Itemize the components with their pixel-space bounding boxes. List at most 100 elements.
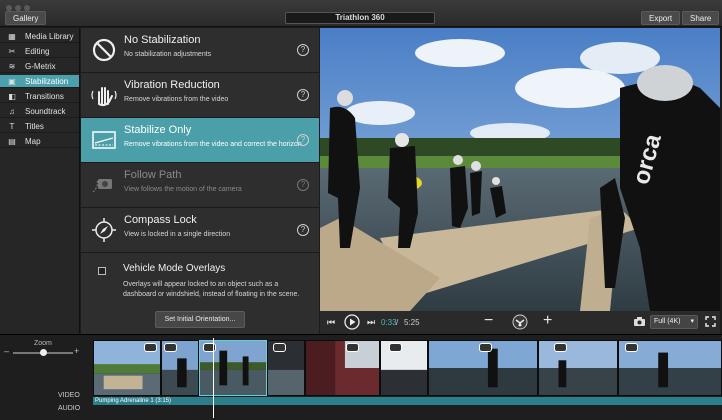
music-note-icon: ♫ <box>9 106 15 116</box>
video-preview[interactable]: orca <box>320 28 720 311</box>
360-badge-icon <box>389 343 402 352</box>
sidebar-item-map[interactable]: ▤ Map <box>0 135 79 148</box>
help-icon[interactable]: ? <box>297 89 309 101</box>
video-clip[interactable] <box>161 340 199 396</box>
vehicle-mode-description: Overlays will appear locked to an object… <box>123 281 300 298</box>
gmetrix-icon: ≋ <box>8 61 16 71</box>
360-badge-icon <box>346 343 359 352</box>
audio-track-label: AUDIO <box>58 405 81 412</box>
transitions-icon: ◧ <box>8 91 16 101</box>
vehicle-mode-section: Vehicle Mode Overlays Overlays will appe… <box>81 258 319 334</box>
sidebar-item-editing[interactable]: ✂ Editing <box>0 45 79 58</box>
stabilization-panel: No Stabilization No stabilization adjust… <box>81 28 319 334</box>
option-title: Stabilize Only <box>124 124 192 136</box>
resolution-value: Full (4K) <box>654 318 681 325</box>
audio-clip-title: Pumping Adrenaline 1 (3:15) <box>95 398 172 404</box>
option-description: View follows the motion of the camera <box>124 186 242 193</box>
stabilization-icon: ▣ <box>8 76 16 86</box>
no-stabilization-icon <box>90 36 118 64</box>
zoom-minus-icon[interactable]: – <box>4 346 9 356</box>
360-badge-icon <box>625 343 638 352</box>
360-badge-icon <box>554 343 567 352</box>
video-clip[interactable] <box>428 340 538 396</box>
playhead[interactable] <box>213 338 214 418</box>
sidebar-item-titles[interactable]: T Titles <box>0 120 79 133</box>
player-controls: ⏮ ⏭ 0:33 / 5:25 − + Full (4K) ▾ <box>320 311 720 334</box>
video-clip[interactable] <box>93 340 161 396</box>
option-title: Follow Path <box>124 169 182 181</box>
gallery-button[interactable]: Gallery <box>5 11 47 25</box>
option-description: View is locked in a single direction <box>124 231 231 238</box>
video-clip[interactable] <box>538 340 618 396</box>
option-vibration-reduction[interactable]: Vibration Reduction Remove vibrations fr… <box>81 73 319 118</box>
video-track <box>93 340 722 396</box>
camera-snapshot-icon[interactable] <box>634 317 645 328</box>
sidebar-item-soundtrack[interactable]: ♫ Soundtrack <box>0 105 79 118</box>
fullscreen-icon[interactable] <box>705 316 716 330</box>
camera-path-icon <box>90 171 118 199</box>
timeline: Zoom – + VIDEO AUDIO Pumping Adrenaline … <box>0 334 722 420</box>
sidebar-item-label: Transitions <box>25 91 64 101</box>
zoom-label: Zoom <box>34 340 52 347</box>
option-compass-lock[interactable]: Compass Lock View is locked in a single … <box>81 208 319 253</box>
zoom-slider-knob[interactable] <box>39 349 47 356</box>
view-orientation-icon[interactable] <box>512 314 528 333</box>
titles-icon: T <box>9 121 15 131</box>
video-clip[interactable] <box>305 340 380 396</box>
compass-icon <box>90 216 118 244</box>
scissors-icon: ✂ <box>8 46 16 56</box>
video-track-label: VIDEO <box>58 392 80 399</box>
sidebar-item-label: Editing <box>25 46 50 56</box>
resolution-select[interactable]: Full (4K) ▾ <box>650 315 698 329</box>
option-stabilize-only[interactable]: Stabilize Only Remove vibrations from th… <box>81 118 319 163</box>
zoom-in-icon[interactable]: + <box>543 312 552 330</box>
help-icon[interactable]: ? <box>297 44 309 56</box>
set-initial-orientation-button[interactable]: Set Initial Orientation... <box>155 311 245 328</box>
vehicle-mode-checkbox[interactable] <box>98 267 106 275</box>
time-separator: / <box>396 318 399 327</box>
vehicle-mode-title: Vehicle Mode Overlays <box>123 263 226 274</box>
option-description: No stabilization adjustments <box>124 51 212 58</box>
project-title[interactable]: Triathlon 360 <box>285 12 435 24</box>
audio-clip[interactable] <box>93 397 722 405</box>
total-time: 5:25 <box>404 318 420 327</box>
sidebar-item-media-library[interactable]: ▦ Media Library <box>0 30 79 43</box>
sidebar-item-label: Titles <box>25 121 44 131</box>
video-clip[interactable] <box>267 340 305 396</box>
option-title: Compass Lock <box>124 214 197 226</box>
share-button[interactable]: Share <box>682 11 720 25</box>
help-icon[interactable]: ? <box>297 134 309 146</box>
zoom-out-icon[interactable]: − <box>484 312 493 330</box>
sidebar-item-g-metrix[interactable]: ≋ G-Metrix <box>0 60 79 73</box>
chevron-down-icon: ▾ <box>690 318 694 325</box>
zoom-plus-icon[interactable]: + <box>74 346 79 356</box>
option-title: No Stabilization <box>124 34 201 46</box>
export-button[interactable]: Export <box>641 11 681 25</box>
sidebar-item-label: Media Library <box>25 31 74 41</box>
sidebar-item-transitions[interactable]: ◧ Transitions <box>0 90 79 103</box>
video-frame-image: orca <box>320 28 720 311</box>
play-button[interactable] <box>344 314 360 333</box>
option-title: Vibration Reduction <box>124 79 220 91</box>
help-icon[interactable]: ? <box>297 224 309 236</box>
sidebar: ▦ Media Library ✂ Editing ≋ G-Metrix ▣ Stabi… <box>0 28 80 334</box>
skip-forward-icon[interactable]: ⏭ <box>367 317 375 328</box>
video-clip-selected[interactable] <box>199 340 267 396</box>
skip-back-icon[interactable]: ⏮ <box>327 317 335 328</box>
sidebar-item-stabilization[interactable]: ▣ Stabilization <box>0 75 79 88</box>
sidebar-item-label: G-Metrix <box>25 61 56 71</box>
sidebar-item-label: Map <box>25 136 41 146</box>
map-icon: ▤ <box>8 136 16 146</box>
help-icon[interactable]: ? <box>297 179 309 191</box>
360-badge-icon <box>203 343 216 352</box>
hand-vibration-icon <box>90 81 118 109</box>
video-clip[interactable] <box>618 340 722 396</box>
window-titlebar: Gallery Triathlon 360 Export Share <box>0 0 722 27</box>
360-badge-icon <box>273 343 286 352</box>
360-badge-icon <box>479 343 492 352</box>
option-description: Remove vibrations from the video <box>124 96 229 103</box>
video-clip[interactable] <box>380 340 428 396</box>
option-no-stabilization[interactable]: No Stabilization No stabilization adjust… <box>81 28 319 73</box>
option-follow-path[interactable]: Follow Path View follows the motion of t… <box>81 163 319 208</box>
sidebar-item-label: Stabilization <box>25 76 69 86</box>
